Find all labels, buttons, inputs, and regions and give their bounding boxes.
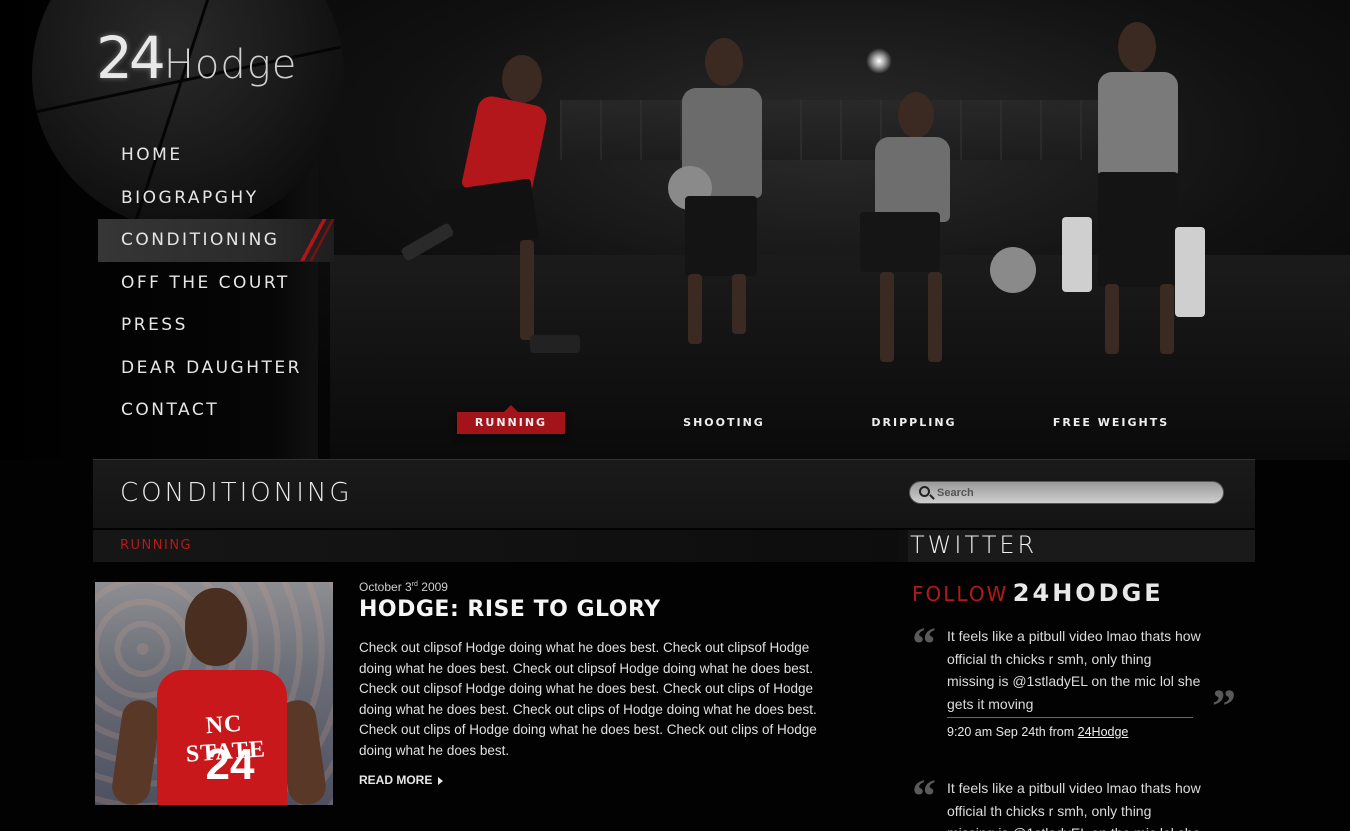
tab-shooting[interactable]: SHOOTING: [670, 412, 778, 434]
close-quote-icon: ”: [1212, 680, 1236, 733]
jersey-number: 24: [205, 740, 255, 789]
tweet-author-link[interactable]: 24Hodge: [1078, 725, 1129, 739]
player-running-image: [400, 55, 600, 385]
follow-handle: 24HODGE: [1012, 579, 1164, 607]
post-date-day: October 3: [359, 580, 412, 594]
player-weights-image: [1060, 22, 1220, 392]
search-input[interactable]: [937, 484, 1217, 502]
tweet-text: It feels like a pitbull video lmao thats…: [947, 780, 1201, 831]
tab-running[interactable]: RUNNING: [457, 405, 565, 434]
tweet-timestamp: 9:20 am Sep 24th from: [947, 725, 1075, 739]
follow-label: FOLLOW: [912, 582, 1009, 606]
follow-heading[interactable]: FOLLOW 24HODGE: [912, 579, 1164, 607]
hero-banner: 24Hodge HOME BIOGRAPGHY CONDITIONING OFF…: [0, 0, 1350, 460]
tweet-divider: [947, 717, 1193, 718]
site-logo[interactable]: 24Hodge: [96, 24, 297, 104]
conditioning-tabs: RUNNING SHOOTING DRIPPLING FREE WEIGHTS: [0, 405, 1350, 436]
category-bar: RUNNING: [93, 530, 898, 562]
tab-drippling[interactable]: DRIPPLING: [860, 412, 968, 434]
logo-number: 24: [96, 24, 166, 92]
twitter-title: TWITTER: [910, 531, 1038, 559]
logo-word: Hodge: [163, 42, 298, 88]
category-label: RUNNING: [120, 538, 193, 553]
nav-item-off-the-court[interactable]: OFF THE COURT: [98, 262, 338, 305]
post-date: October 3rd 2009: [359, 580, 448, 594]
nav-item-home[interactable]: HOME: [98, 134, 338, 177]
search-box[interactable]: [909, 481, 1224, 504]
nav-item-press[interactable]: PRESS: [98, 304, 338, 347]
sub-header: RUNNING TWITTER: [93, 530, 1255, 562]
nav-item-biography[interactable]: BIOGRAPGHY: [98, 177, 338, 220]
post-date-suffix: rd: [411, 581, 418, 588]
tweet: “ It feels like a pitbull video lmao tha…: [912, 770, 1232, 831]
post-date-year: 2009: [421, 580, 448, 594]
post-body: Check out clipsof Hodge doing what he do…: [359, 640, 817, 758]
twitter-header: TWITTER: [908, 530, 1255, 562]
court-light: [866, 48, 892, 74]
read-more-link[interactable]: READ MORE: [359, 773, 443, 787]
nav-item-conditioning[interactable]: CONDITIONING: [98, 219, 336, 262]
page-title: CONDITIONING: [120, 478, 353, 508]
main-nav: HOME BIOGRAPGHY CONDITIONING OFF THE COU…: [98, 134, 338, 432]
tweet-text: It feels like a pitbull video lmao thats…: [947, 628, 1201, 712]
tweet-meta: 9:20 am Sep 24th from 24Hodge: [947, 725, 1128, 739]
open-quote-icon: “: [912, 618, 936, 671]
nav-item-dear-daughter[interactable]: DEAR DAUGHTER: [98, 347, 338, 390]
open-quote-icon: “: [912, 770, 936, 823]
post-title[interactable]: HODGE: RISE TO GLORY: [359, 597, 661, 622]
tab-free-weights[interactable]: FREE WEIGHTS: [1046, 412, 1176, 434]
player-dribbling-image: [850, 92, 1050, 382]
player-shooting-image: [660, 38, 780, 378]
post-image[interactable]: NC STATE 24: [95, 582, 333, 805]
player-head: [185, 588, 247, 666]
search-icon: [919, 486, 930, 497]
section-header: CONDITIONING: [93, 460, 1255, 528]
tweet: “ It feels like a pitbull video lmao tha…: [912, 618, 1236, 755]
